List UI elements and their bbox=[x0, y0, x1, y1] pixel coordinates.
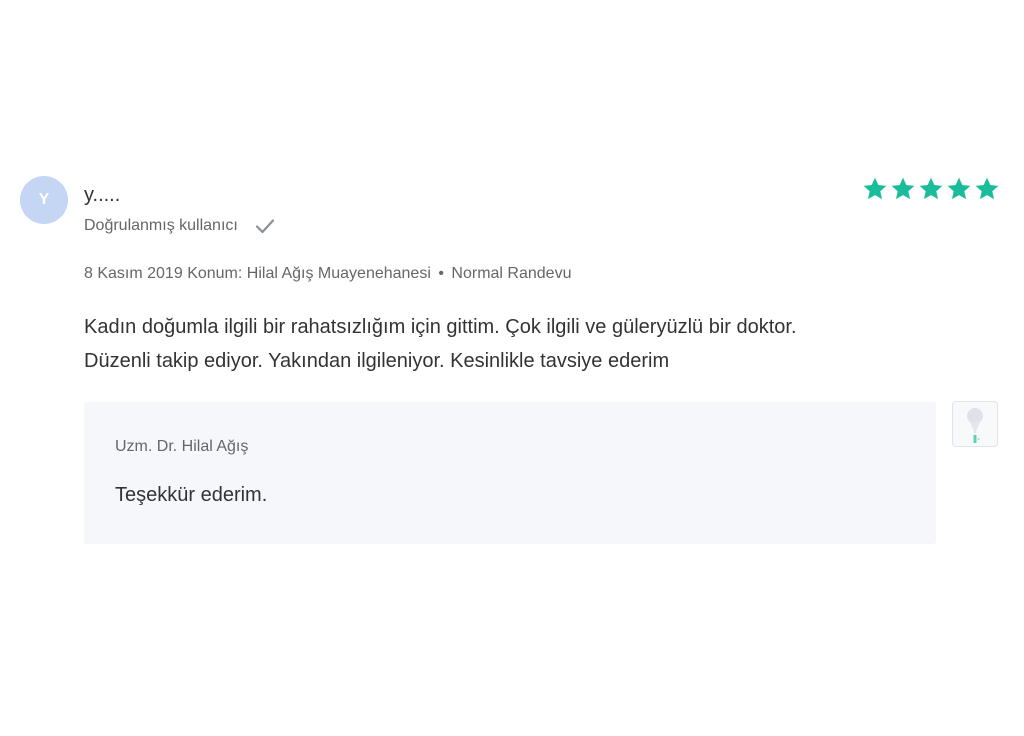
review-location: Konum: Hilal Ağış Muayenehanesi bbox=[187, 265, 431, 282]
star-icon bbox=[947, 177, 971, 200]
review-author-name: y..... bbox=[84, 184, 121, 206]
check-icon bbox=[255, 219, 274, 234]
reply-author: Uzm. Dr. Hilal Ağış bbox=[115, 438, 249, 455]
user-avatar: Y bbox=[20, 176, 68, 224]
star-icon bbox=[863, 177, 887, 200]
verified-user-row: Doğrulanmış kullanıcı bbox=[84, 214, 276, 238]
appointment-type: Normal Randevu bbox=[451, 265, 572, 282]
reply-text: Teşekkür ederim. bbox=[115, 484, 268, 506]
review-meta: 8 Kasım 2019 Konum: Hilal Ağış Muayeneha… bbox=[84, 263, 571, 285]
review-text-line: Düzenli takip ediyor. Yakından ilgileniy… bbox=[84, 350, 670, 372]
rating-stars bbox=[862, 176, 1000, 202]
doctor-avatar-icon[interactable] bbox=[952, 401, 998, 447]
verified-user-label: Doğrulanmış kullanıcı bbox=[84, 217, 238, 234]
star-icon bbox=[975, 177, 999, 200]
star-icon bbox=[891, 177, 915, 200]
review-card: Y y..... Doğrulanmış kullanıcı 8 Kasım 2… bbox=[0, 0, 1024, 736]
star-icon bbox=[919, 177, 943, 200]
doctor-silhouette-icon bbox=[953, 402, 997, 446]
review-date: 8 Kasım 2019 bbox=[84, 265, 183, 282]
meta-separator: • bbox=[438, 265, 444, 282]
avatar-initial: Y bbox=[38, 191, 50, 208]
doctor-reply: Uzm. Dr. Hilal Ağış Teşekkür ederim. bbox=[84, 402, 936, 544]
review-text: Kadın doğumla ilgili bir rahatsızlığım i… bbox=[84, 310, 964, 378]
review-text-line: Kadın doğumla ilgili bir rahatsızlığım i… bbox=[84, 316, 797, 338]
